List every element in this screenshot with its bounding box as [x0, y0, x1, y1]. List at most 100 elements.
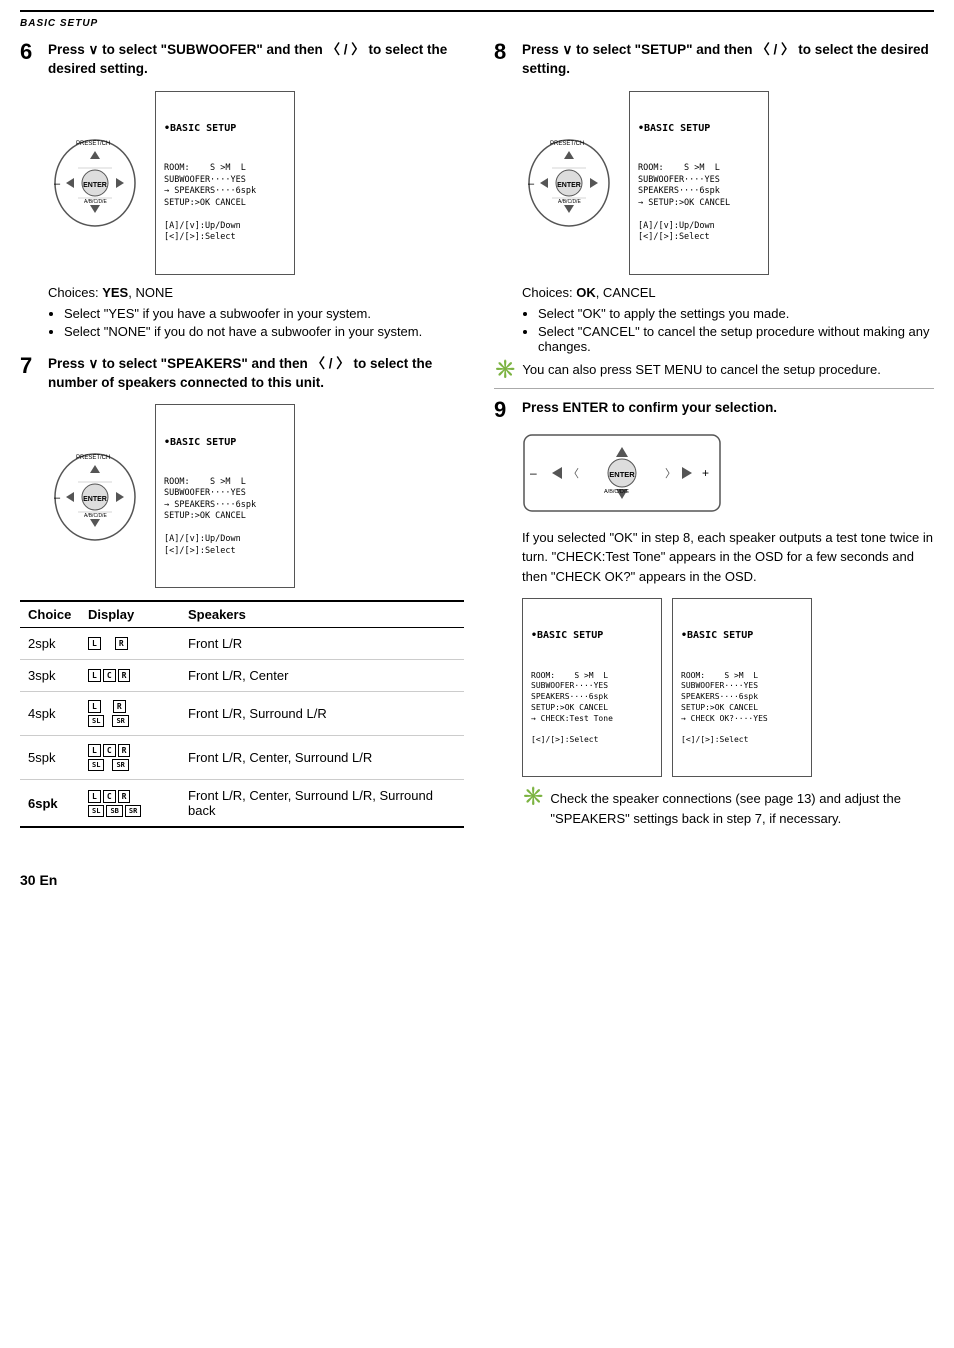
spk-icon-SR: SR: [112, 715, 128, 727]
spk-icon-C: C: [103, 669, 116, 682]
step7-header: 7 Press ∨ to select "SPEAKERS" and then …: [20, 355, 464, 393]
step8-choices-bold: OK: [576, 285, 596, 300]
svg-text:ENTER: ENTER: [557, 182, 581, 189]
spk-icon-SR3: SR: [125, 805, 141, 817]
step8-tip: ✳️ You can also press SET MENU to cancel…: [494, 362, 934, 378]
display-3spk: L C R: [80, 660, 180, 692]
spk-icon-SL: SL: [88, 715, 104, 727]
svg-text:〉: 〉: [665, 467, 676, 480]
choice-4spk: 4spk: [20, 692, 80, 736]
display-4spk: L R SL SR: [80, 692, 180, 736]
choice-3spk: 3spk: [20, 660, 80, 692]
step8-lcd-lines: ROOM: S >M L SUBWOOFER····YES SPEAKERS··…: [638, 163, 760, 243]
svg-text:ENTER: ENTER: [83, 182, 107, 189]
step6-choices: Choices: YES, NONE: [48, 285, 464, 300]
svg-text:A/B/C/D/E: A/B/C/D/E: [84, 513, 107, 519]
step9-lcd-a: •BASIC SETUP ROOM: S >M L SUBWOOFER····Y…: [522, 598, 662, 777]
svg-text:PRESET/CH: PRESET/CH: [76, 455, 110, 461]
step8-choices: Choices: OK, CANCEL: [522, 285, 934, 300]
choice-2spk: 2spk: [20, 628, 80, 660]
spk-icon-C2: C: [103, 744, 116, 757]
svg-text:PRESET/CH: PRESET/CH: [76, 141, 110, 147]
step8-bullets: Select "OK" to apply the settings you ma…: [538, 306, 934, 354]
step8-lcd-title: •BASIC SETUP: [638, 122, 760, 136]
header-title: BASIC SETUP: [20, 18, 98, 29]
spk-icon-L2: L: [88, 669, 101, 682]
step7-title: Press ∨ to select "SPEAKERS" and then 〈 …: [48, 355, 464, 393]
choice-5spk: 5spk: [20, 736, 80, 780]
svg-text:+: +: [702, 466, 709, 480]
step9-lcda-lines: ROOM: S >M L SUBWOOFER····YES SPEAKERS··…: [531, 671, 653, 747]
step6-remote: – PRESET/CH ENTER A/B/C/D/E: [48, 135, 143, 230]
speakers-4spk: Front L/R, Surround L/R: [180, 692, 464, 736]
step6-bullet2: Select "NONE" if you do not have a subwo…: [64, 324, 464, 339]
step7-num: 7: [20, 355, 40, 377]
step6-title: Press ∨ to select "SUBWOOFER" and then 〈…: [48, 41, 464, 79]
step9-num: 9: [494, 399, 514, 421]
step8-tip-text: You can also press SET MENU to cancel th…: [522, 362, 880, 377]
svg-text:A/B/C/D/E: A/B/C/D/E: [604, 489, 629, 495]
spk-icon-R: R: [115, 637, 128, 650]
step9-lcd-b: •BASIC SETUP ROOM: S >M L SUBWOOFER····Y…: [672, 598, 812, 777]
step8-title: Press ∨ to select "SETUP" and then 〈 / 〉…: [522, 41, 934, 79]
spk-icon-SL2: SL: [88, 759, 104, 771]
step6-num: 6: [20, 41, 40, 63]
col-header-display: Display: [80, 601, 180, 628]
col-header-speakers: Speakers: [180, 601, 464, 628]
step6-diagram: – PRESET/CH ENTER A/B/C/D/E: [48, 91, 464, 275]
right-column: 8 Press ∨ to select "SETUP" and then 〈 /…: [494, 41, 934, 832]
spk-icon-R2: R: [118, 669, 131, 682]
speakers-3spk: Front L/R, Center: [180, 660, 464, 692]
display-6spk: L C R SL SB SR: [80, 780, 180, 828]
page-number: 30 En: [20, 872, 57, 888]
choice-6spk: 6spk: [20, 780, 80, 828]
step9-tip-text: Check the speaker connections (see page …: [550, 789, 934, 828]
spk-icon-R5: R: [118, 790, 131, 803]
page-footer: 30 En: [20, 872, 934, 888]
step9-lcds: •BASIC SETUP ROOM: S >M L SUBWOOFER····Y…: [522, 598, 934, 777]
svg-text:ENTER: ENTER: [83, 496, 107, 503]
step9-remote-container: – ENTER A/B/C/D/E + 〈 〉: [522, 433, 934, 516]
step8-choices-label: Choices:: [522, 285, 573, 300]
svg-text:–: –: [54, 492, 61, 504]
step6-lcd-title: •BASIC SETUP: [164, 122, 286, 136]
step8-choices-rest: , CANCEL: [596, 285, 656, 300]
col-header-choice: Choice: [20, 601, 80, 628]
step8-lcd: •BASIC SETUP ROOM: S >M L SUBWOOFER····Y…: [629, 91, 769, 275]
step7-diagram: – PRESET/CH ENTER A/B/C/D/E •BASIC SETUP…: [48, 404, 464, 588]
table-row: 5spk L C R SL SR: [20, 736, 464, 780]
spk-icon-SR2: SR: [112, 759, 128, 771]
step6-bullet1: Select "YES" if you have a subwoofer in …: [64, 306, 464, 321]
spk-icon-C3: C: [103, 790, 116, 803]
spk-icon-L5: L: [88, 790, 101, 803]
step6-bullets: Select "YES" if you have a subwoofer in …: [64, 306, 464, 339]
step7-lcd-title: •BASIC SETUP: [164, 436, 286, 450]
tip-icon-8: ✳️: [494, 360, 516, 378]
step9-tip: ✳️ Check the speaker connections (see pa…: [522, 789, 934, 828]
speakers-6spk: Front L/R, Center, Surround L/R, Surroun…: [180, 780, 464, 828]
step9-body: If you selected "OK" in step 8, each spe…: [522, 528, 934, 587]
table-row: 2spk L R Front L/R: [20, 628, 464, 660]
spk-icon-SL3: SL: [88, 805, 104, 817]
step9-header: 9 Press ENTER to confirm your selection.: [494, 399, 934, 421]
step7-lcd: •BASIC SETUP ROOM: S >M L SUBWOOFER····Y…: [155, 404, 295, 588]
speakers-5spk: Front L/R, Center, Surround L/R: [180, 736, 464, 780]
step9-title: Press ENTER to confirm your selection.: [522, 399, 777, 418]
svg-text:–: –: [530, 466, 537, 480]
step6-choices-label: Choices:: [48, 285, 99, 300]
step8-bullet2: Select "CANCEL" to cancel the setup proc…: [538, 324, 934, 354]
divider: [494, 388, 934, 389]
svg-text:A/B/C/D/E: A/B/C/D/E: [558, 199, 581, 205]
step9-lcdb-lines: ROOM: S >M L SUBWOOFER····YES SPEAKERS··…: [681, 671, 803, 747]
step8-num: 8: [494, 41, 514, 63]
step6-choices-bold: YES: [102, 285, 128, 300]
table-row: 4spk L R SL SR: [20, 692, 464, 736]
step8-bullet1: Select "OK" to apply the settings you ma…: [538, 306, 934, 321]
step9-lcda-title: •BASIC SETUP: [531, 629, 653, 643]
tip-icon-9: ✳️: [522, 787, 544, 805]
svg-text:–: –: [528, 178, 535, 190]
display-2spk: L R: [80, 628, 180, 660]
spk-icon-L: L: [88, 637, 101, 650]
svg-text:PRESET/CH: PRESET/CH: [550, 141, 584, 147]
spk-icon-L3: L: [88, 700, 101, 713]
